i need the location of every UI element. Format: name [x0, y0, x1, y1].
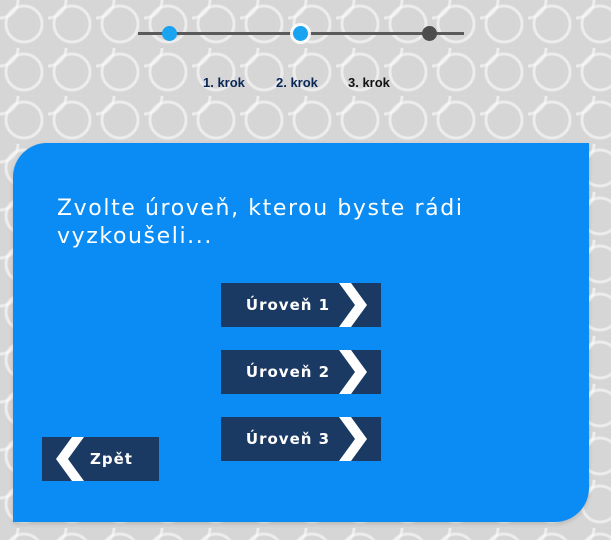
level-3-button[interactable]: Úroveň 3	[221, 417, 381, 461]
level-2-label: Úroveň 2	[245, 363, 331, 381]
level-1-label: Úroveň 1	[245, 296, 331, 314]
step-3-label: 3. krok	[348, 75, 390, 90]
progress-stepper	[138, 26, 464, 42]
level-3-label: Úroveň 3	[245, 430, 331, 448]
step-2-label: 2. krok	[276, 75, 318, 90]
chevron-right-icon	[339, 283, 367, 327]
chevron-left-icon	[56, 437, 84, 481]
level-2-button[interactable]: Úroveň 2	[221, 350, 381, 394]
step-2-dot	[293, 26, 308, 41]
back-label: Zpět	[90, 450, 133, 468]
step-1-dot	[162, 26, 177, 41]
stepper-labels: 1. krok 2. krok 3. krok	[0, 75, 611, 93]
chevron-right-icon	[339, 350, 367, 394]
level-1-button[interactable]: Úroveň 1	[221, 283, 381, 327]
level-selection-panel: Zvolte úroveň, kterou byste rádi vyzkouš…	[13, 143, 589, 522]
step-1-label: 1. krok	[203, 75, 245, 90]
question-heading: Zvolte úroveň, kterou byste rádi vyzkouš…	[57, 196, 464, 249]
step-3-dot	[422, 26, 437, 41]
stepper-track-remaining	[298, 32, 464, 35]
back-button[interactable]: Zpět	[42, 437, 159, 481]
chevron-right-icon	[339, 417, 367, 461]
